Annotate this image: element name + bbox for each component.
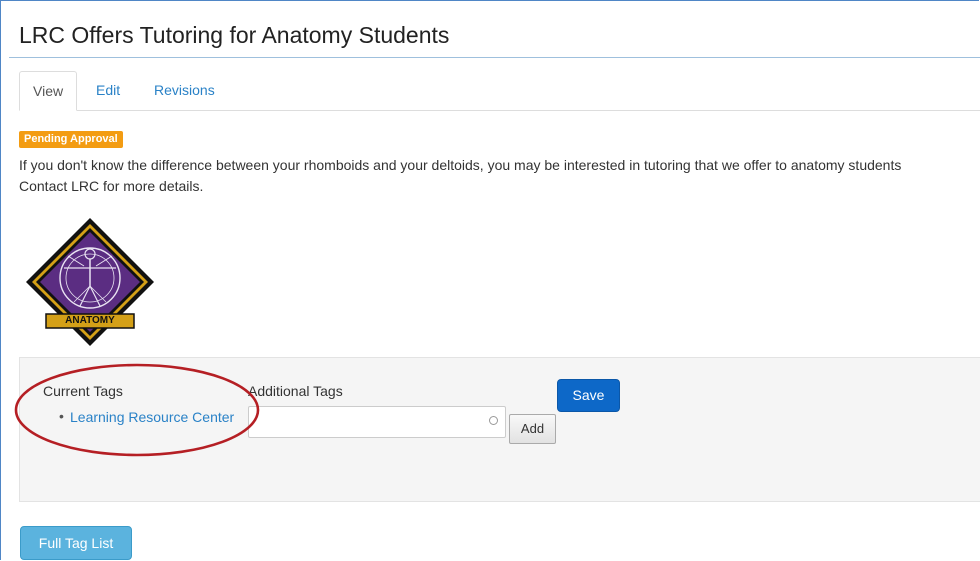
additional-tags-input[interactable]: [248, 406, 506, 438]
current-tags-label: Current Tags: [43, 383, 123, 399]
status-badge: Pending Approval: [19, 131, 123, 148]
page-title: LRC Offers Tutoring for Anatomy Students: [19, 22, 450, 48]
body-line-1: If you don't know the difference between…: [19, 157, 902, 173]
tab-view[interactable]: View: [19, 71, 78, 111]
anatomy-logo: ANATOMY: [24, 216, 156, 348]
additional-tags-label: Additional Tags: [248, 383, 343, 399]
body-line-2: Contact LRC for more details.: [19, 178, 204, 194]
save-button[interactable]: Save: [557, 379, 620, 412]
current-tag-learning-resource-center[interactable]: Learning Resource Center: [70, 409, 234, 425]
tab-edit[interactable]: Edit: [83, 71, 133, 109]
tab-revisions[interactable]: Revisions: [141, 71, 228, 109]
add-tag-button[interactable]: Add: [509, 414, 556, 444]
body-text: If you don't know the difference between…: [19, 155, 980, 197]
tab-bar: View Edit Revisions: [19, 71, 980, 111]
tag-bullet: •: [59, 408, 64, 424]
anatomy-logo-label: ANATOMY: [65, 315, 115, 326]
title-divider: [9, 57, 980, 58]
autocomplete-throbber-icon: [489, 416, 498, 425]
anatomy-logo-graphic: [26, 218, 154, 346]
full-tag-list-button[interactable]: Full Tag List: [20, 526, 132, 560]
